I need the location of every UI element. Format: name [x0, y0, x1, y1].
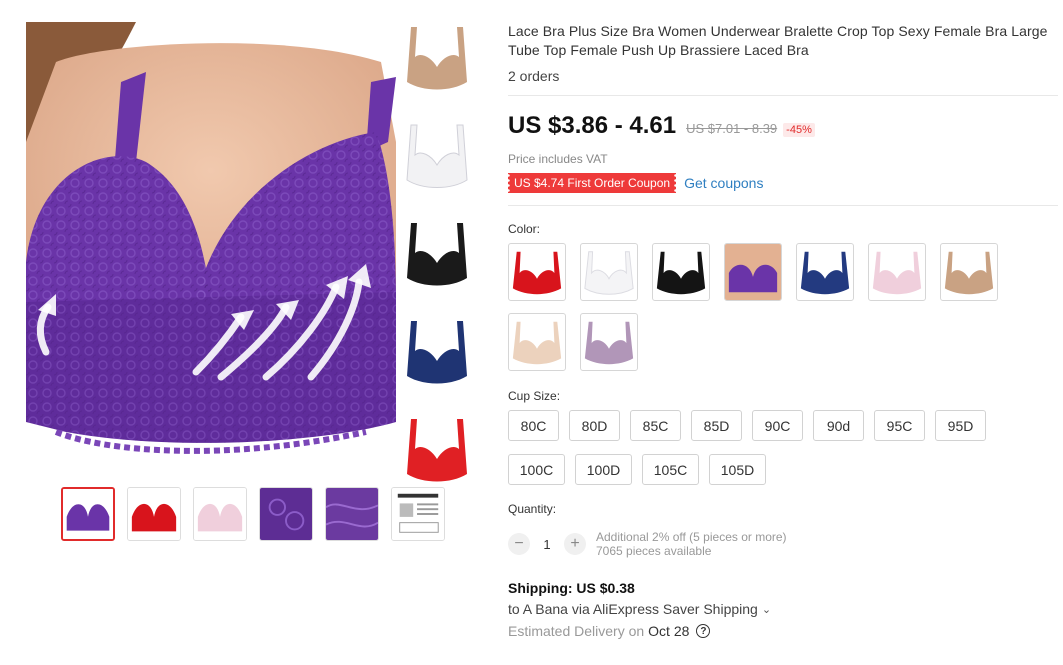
cup-option[interactable]: 80C	[508, 410, 559, 441]
color-option-beige[interactable]	[508, 313, 566, 371]
stock-available: 7065 pieces available	[596, 544, 712, 558]
bra-icon	[406, 124, 468, 188]
quantity-value[interactable]: 1	[530, 537, 564, 552]
side-color-strip	[401, 22, 473, 512]
get-coupons-link[interactable]: Get coupons	[684, 175, 763, 191]
thumbnail-red[interactable]	[127, 487, 181, 541]
color-option-white[interactable]	[580, 243, 638, 301]
quantity-info: Additional 2% off (5 pieces or more) 706…	[596, 530, 787, 558]
size-chart-icon	[392, 488, 444, 540]
side-preview-white[interactable]	[401, 120, 473, 196]
bra-icon	[800, 251, 850, 295]
thumbnail-lace-fabric[interactable]	[325, 487, 379, 541]
side-preview-tan[interactable]	[401, 22, 473, 98]
side-preview-navy[interactable]	[401, 316, 473, 392]
color-label: Color:	[508, 222, 541, 236]
increase-quantity-button[interactable]: +	[564, 533, 586, 555]
current-price: US $3.86 - 4.61	[508, 112, 677, 139]
cup-option[interactable]: 80D	[569, 410, 620, 441]
cup-option[interactable]: 85C	[630, 410, 681, 441]
delivery-date: Oct 28	[648, 623, 690, 639]
thumbnail-pink[interactable]	[193, 487, 247, 541]
quantity-stepper: − 1 + Additional 2% off (5 pieces or mor…	[508, 530, 1058, 558]
bra-icon	[128, 488, 180, 540]
fabric-detail-icon	[326, 488, 378, 540]
cup-option[interactable]: 105D	[709, 454, 766, 485]
vat-note: Price includes VAT	[508, 152, 608, 166]
side-preview-black[interactable]	[401, 218, 473, 294]
cup-option[interactable]: 100C	[508, 454, 565, 485]
product-info-panel: Lace Bra Plus Size Bra Women Underwear B…	[506, 22, 1058, 639]
discount-badge: -45%	[783, 123, 815, 137]
cup-size-options: 80C 80D 85C 85D 90C 90d 95C 95D 100C 100…	[508, 410, 1008, 485]
help-icon[interactable]: ?	[696, 624, 711, 638]
thumbnail-size-chart[interactable]	[391, 487, 445, 541]
bra-icon	[194, 488, 246, 540]
order-count: 2 orders	[508, 68, 560, 84]
color-option-lilac[interactable]	[580, 313, 638, 371]
bra-icon	[407, 419, 467, 482]
bra-icon	[407, 321, 467, 384]
shipping-cost: Shipping: US $0.38	[508, 580, 635, 596]
bra-icon	[512, 321, 562, 365]
bra-icon	[584, 251, 634, 295]
coupon-row: US $4.74 First Order Coupon Get coupons	[506, 173, 1058, 193]
bra-icon	[872, 251, 922, 295]
color-option-pink[interactable]	[868, 243, 926, 301]
color-option-black[interactable]	[652, 243, 710, 301]
cup-size-label: Cup Size:	[508, 389, 561, 403]
price-row: US $3.86 - 4.61 US $7.01 - 8.39 -45%	[508, 112, 1058, 140]
shipping-method-selector[interactable]: to A Bana via AliExpress Saver Shipping …	[508, 601, 1058, 617]
divider	[508, 205, 1058, 206]
color-option-purple[interactable]	[724, 243, 782, 301]
shipping-route: to A Bana via AliExpress Saver Shipping	[508, 601, 758, 617]
bra-icon	[944, 251, 994, 295]
estimated-delivery-label: Estimated Delivery on	[508, 623, 645, 639]
bra-icon	[407, 223, 467, 286]
cup-option[interactable]: 90d	[813, 410, 864, 441]
thumbnail-lace-closeup[interactable]	[259, 487, 313, 541]
main-product-image[interactable]	[26, 22, 396, 470]
bra-icon	[656, 251, 706, 295]
chevron-down-icon: ⌄	[761, 603, 772, 616]
cup-option[interactable]: 95D	[935, 410, 986, 441]
lace-detail-icon	[260, 488, 312, 540]
color-option-tan[interactable]	[940, 243, 998, 301]
cup-option[interactable]: 85D	[691, 410, 742, 441]
color-option-navy[interactable]	[796, 243, 854, 301]
decrease-quantity-button[interactable]: −	[508, 533, 530, 555]
quantity-label: Quantity:	[508, 502, 557, 516]
bulk-discount-note: Additional 2% off (5 pieces or more)	[596, 530, 787, 544]
cup-option[interactable]: 90C	[752, 410, 803, 441]
cup-option[interactable]: 100D	[575, 454, 632, 485]
color-option-red[interactable]	[508, 243, 566, 301]
bra-icon	[407, 27, 467, 90]
bra-icon	[63, 489, 113, 539]
product-title: Lace Bra Plus Size Bra Women Underwear B…	[508, 23, 1048, 58]
bra-icon	[584, 321, 634, 365]
thumbnail-purple[interactable]	[61, 487, 115, 541]
divider	[508, 95, 1058, 96]
thumbnail-row	[61, 487, 445, 541]
bra-icon	[512, 251, 562, 295]
original-price: US $7.01 - 8.39	[686, 121, 778, 136]
cup-option[interactable]: 105C	[642, 454, 699, 485]
first-order-coupon[interactable]: US $4.74 First Order Coupon	[506, 173, 678, 193]
side-preview-red[interactable]	[401, 414, 473, 490]
color-swatches	[508, 243, 998, 371]
cup-option[interactable]: 95C	[874, 410, 925, 441]
estimated-delivery: Estimated Delivery on Oct 28 ?	[508, 623, 1058, 639]
bra-icon	[725, 244, 781, 300]
